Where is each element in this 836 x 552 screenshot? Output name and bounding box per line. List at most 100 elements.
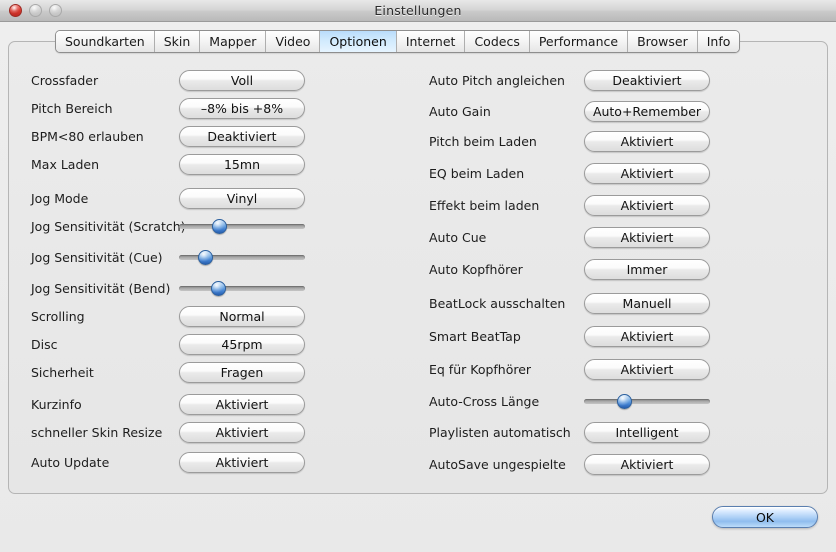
option-row-max-laden: Max Laden 15mn <box>31 153 405 175</box>
tab-codecs[interactable]: Codecs <box>465 31 530 52</box>
option-row-jog-sensitivitaet-scratch: Jog Sensitivität (Scratch) <box>31 215 405 237</box>
option-row-effekt-beim-laden: Effekt beim laden Aktiviert <box>429 194 809 216</box>
window-titlebar: Einstellungen <box>0 0 836 22</box>
tab-label: Performance <box>538 34 619 49</box>
popup-button-playlisten-automatisch[interactable]: Intelligent <box>584 421 710 443</box>
popup-button-disc[interactable]: 45rpm <box>179 333 305 355</box>
slider-jog-sensitivitaet-bend[interactable] <box>179 278 305 299</box>
option-row-jog-sensitivitaet-cue: Jog Sensitivität (Cue) <box>31 246 405 268</box>
popup-button-crossfader[interactable]: Voll <box>179 69 305 91</box>
option-label: Jog Mode <box>31 190 89 206</box>
option-row-pitch-beim-laden: Pitch beim Laden Aktiviert <box>429 130 809 152</box>
tab-mapper[interactable]: Mapper <box>200 31 267 52</box>
popup-button-bpm-80-erlauben[interactable]: Deaktiviert <box>179 125 305 147</box>
option-row-jog-sensitivitaet-bend: Jog Sensitivität (Bend) <box>31 277 405 299</box>
popup-button-eq-fuer-kopfhoerer[interactable]: Aktiviert <box>584 358 710 380</box>
option-label: Jog Sensitivität (Cue) <box>31 249 163 265</box>
option-label: Sicherheit <box>31 364 94 380</box>
option-label: Auto Kopfhörer <box>429 261 523 277</box>
popup-button-autosave-ungespielte[interactable]: Aktiviert <box>584 453 710 475</box>
option-label: BeatLock ausschalten <box>429 295 566 311</box>
option-label: schneller Skin Resize <box>31 424 163 440</box>
tab-performance[interactable]: Performance <box>529 31 629 52</box>
option-row-schneller-skin-resize: schneller Skin Resize Aktiviert <box>31 421 405 443</box>
option-row-auto-cue: Auto Cue Aktiviert <box>429 226 809 248</box>
settings-panel: Crossfader Voll Pitch Bereich –8% bis +8% BP… <box>8 41 828 494</box>
slider-jog-sensitivitaet-scratch[interactable] <box>179 216 305 237</box>
popup-button-auto-cue[interactable]: Aktiviert <box>584 226 710 248</box>
tab-browser[interactable]: Browser <box>628 31 698 52</box>
tab-label: Browser <box>637 34 688 49</box>
option-label: Auto Update <box>31 454 110 470</box>
popup-button-auto-update[interactable]: Aktiviert <box>179 451 305 473</box>
popup-button-beatlock-ausschalten[interactable]: Manuell <box>584 292 710 314</box>
option-row-eq-beim-laden: EQ beim Laden Aktiviert <box>429 162 809 184</box>
tab-internet[interactable]: Internet <box>396 31 466 52</box>
popup-button-pitch-beim-laden[interactable]: Aktiviert <box>584 130 710 152</box>
settings-tabbar: Soundkarten Skin Mapper Video Optionen Intern… <box>55 30 741 53</box>
slider-thumb[interactable] <box>212 218 228 234</box>
tab-label: Codecs <box>474 34 520 49</box>
popup-button-max-laden[interactable]: 15mn <box>179 153 305 175</box>
slider-jog-sensitivitaet-cue[interactable] <box>179 247 305 268</box>
popup-button-smart-beattap[interactable]: Aktiviert <box>584 325 710 347</box>
option-row-disc: Disc 45rpm <box>31 333 405 355</box>
slider-thumb[interactable] <box>617 393 633 409</box>
popup-button-auto-kopfhoerer[interactable]: Immer <box>584 258 710 280</box>
option-row-smart-beattap: Smart BeatTap Aktiviert <box>429 325 809 347</box>
tab-label: Skin <box>163 34 191 49</box>
option-label: Scrolling <box>31 308 85 324</box>
tab-video[interactable]: Video <box>266 31 321 52</box>
popup-button-scrolling[interactable]: Normal <box>179 305 305 327</box>
option-label: Auto Pitch angleichen <box>429 72 565 88</box>
option-label: Jog Sensitivität (Scratch) <box>31 218 186 234</box>
option-label: EQ beim Laden <box>429 165 525 181</box>
popup-button-eq-beim-laden[interactable]: Aktiviert <box>584 162 710 184</box>
popup-button-effekt-beim-laden[interactable]: Aktiviert <box>584 194 710 216</box>
option-row-jog-mode: Jog Mode Vinyl <box>31 187 405 209</box>
settings-window: Einstellungen Crossfader Voll Pitch Bereic… <box>0 0 836 552</box>
option-row-bpm-80-erlauben: BPM<80 erlauben Deaktiviert <box>31 125 405 147</box>
tab-info[interactable]: Info <box>697 31 740 52</box>
option-row-pitch-bereich: Pitch Bereich –8% bis +8% <box>31 97 405 119</box>
option-label: Auto-Cross Länge <box>429 393 540 409</box>
option-row-playlisten-automatisch: Playlisten automatisch Intelligent <box>429 421 809 443</box>
option-label: Pitch Bereich <box>31 100 113 116</box>
tab-label: Optionen <box>329 34 387 49</box>
popup-button-kurzinfo[interactable]: Aktiviert <box>179 393 305 415</box>
popup-button-auto-pitch-angleichen[interactable]: Deaktiviert <box>584 69 710 91</box>
option-label: Eq für Kopfhörer <box>429 361 532 377</box>
option-row-sicherheit: Sicherheit Fragen <box>31 361 405 383</box>
option-label: Kurzinfo <box>31 396 82 412</box>
option-row-beatlock-ausschalten: BeatLock ausschalten Manuell <box>429 292 809 314</box>
ok-button[interactable]: OK <box>712 506 818 528</box>
popup-button-jog-mode[interactable]: Vinyl <box>179 187 305 209</box>
option-label: BPM<80 erlauben <box>31 128 144 144</box>
tab-skin[interactable]: Skin <box>154 31 201 52</box>
slider-auto-cross-laenge[interactable] <box>584 391 710 412</box>
tab-optionen[interactable]: Optionen <box>320 31 397 52</box>
option-row-auto-pitch-angleichen: Auto Pitch angleichen Deaktiviert <box>429 69 809 91</box>
slider-thumb[interactable] <box>211 280 227 296</box>
popup-button-sicherheit[interactable]: Fragen <box>179 361 305 383</box>
popup-button-schneller-skin-resize[interactable]: Aktiviert <box>179 421 305 443</box>
slider-track <box>584 398 710 404</box>
option-label: Auto Gain <box>429 103 491 119</box>
option-label: Effekt beim laden <box>429 197 540 213</box>
popup-button-auto-gain[interactable]: Auto+Remember <box>584 100 710 122</box>
slider-track <box>179 223 305 229</box>
option-row-eq-fuer-kopfhoerer: Eq für Kopfhörer Aktiviert <box>429 358 809 380</box>
slider-thumb[interactable] <box>197 249 213 265</box>
option-label: Playlisten automatisch <box>429 424 571 440</box>
option-label: AutoSave ungespielte <box>429 456 566 472</box>
tab-label: Mapper <box>209 34 257 49</box>
popup-button-pitch-bereich[interactable]: –8% bis +8% <box>179 97 305 119</box>
window-title: Einstellungen <box>374 3 462 18</box>
tab-soundkarten[interactable]: Soundkarten <box>56 31 155 52</box>
tab-label: Internet <box>405 34 456 49</box>
tab-label: Soundkarten <box>65 34 145 49</box>
option-row-auto-gain: Auto Gain Auto+Remember <box>429 100 809 122</box>
tab-label: Info <box>706 34 731 49</box>
option-row-auto-kopfhoerer: Auto Kopfhörer Immer <box>429 258 809 280</box>
option-row-kurzinfo: Kurzinfo Aktiviert <box>31 393 405 415</box>
